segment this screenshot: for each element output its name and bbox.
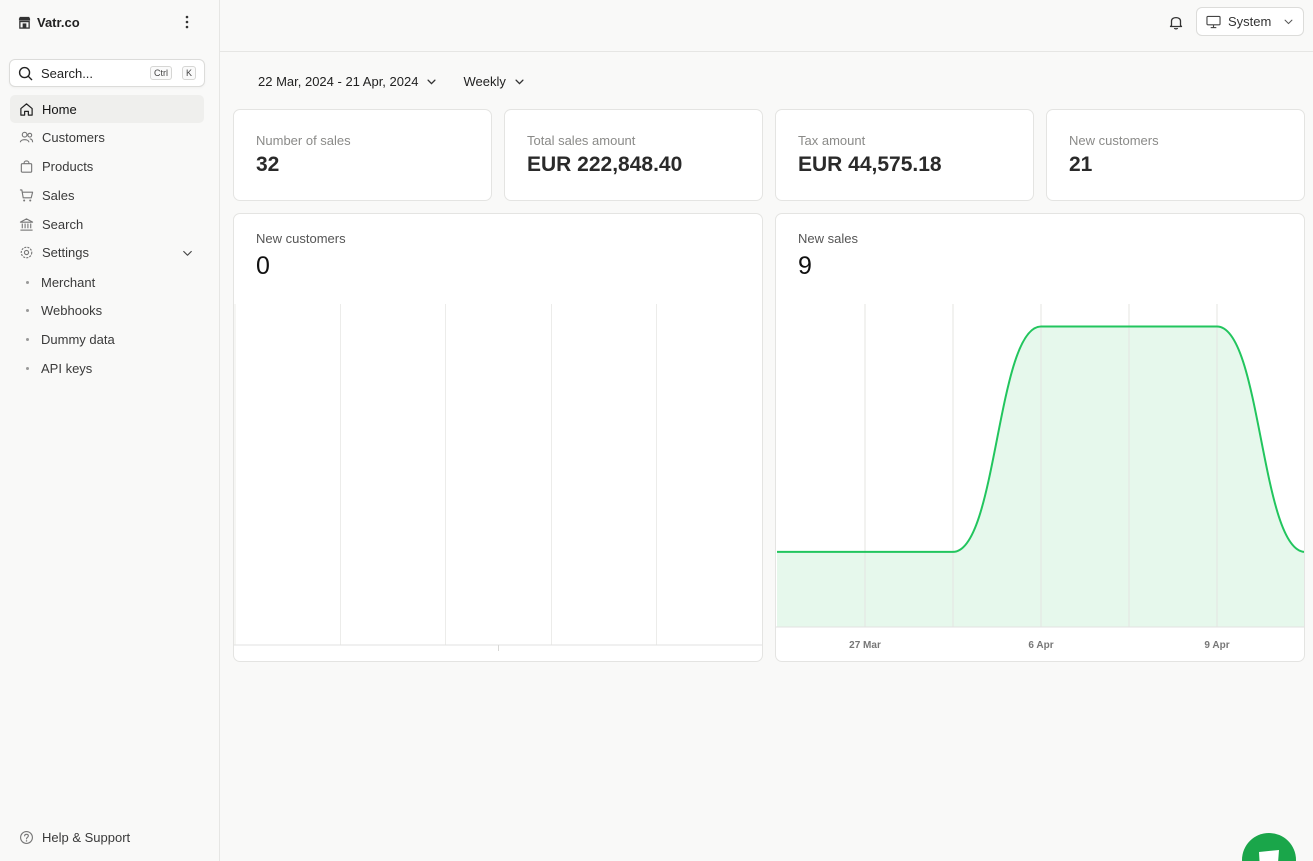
- bullet-icon: [26, 367, 29, 371]
- stat-value: 32: [256, 153, 280, 176]
- stat-value: EUR 222,848.40: [527, 153, 683, 176]
- help-support-link[interactable]: Help & Support: [19, 830, 130, 845]
- sidebar-item-sales[interactable]: Sales: [10, 181, 204, 209]
- store-icon: [18, 16, 31, 29]
- bullet-icon: [26, 280, 29, 284]
- stat-card-number-of-sales: Number of sales 32: [233, 109, 492, 201]
- chevron-down-icon: [183, 250, 192, 256]
- sidebar-item-webhooks[interactable]: Webhooks: [10, 297, 204, 326]
- gear-icon: [20, 247, 33, 259]
- brand-name: Vatr.co: [37, 14, 80, 30]
- stat-card-total-sales-amount: Total sales amount EUR 222,848.40: [504, 109, 763, 201]
- brand[interactable]: Vatr.co: [18, 14, 80, 30]
- sidebar-item-label: Home: [42, 101, 77, 117]
- kbd-ctrl: Ctrl: [149, 66, 172, 80]
- stat-card-tax-amount: Tax amount EUR 44,575.18: [775, 109, 1034, 201]
- stat-value: 21: [1069, 153, 1093, 176]
- new-customers-chart: [234, 304, 762, 651]
- theme-select[interactable]: System: [1196, 7, 1304, 36]
- stat-label: Tax amount: [798, 133, 866, 148]
- sidebar-item-label: Settings: [42, 245, 89, 261]
- x-tick-label: 27 Mar: [849, 640, 881, 651]
- sidebar-item-products[interactable]: Products: [10, 153, 204, 181]
- sidebar-item-customers[interactable]: Customers: [10, 124, 204, 152]
- chart-card-new-sales: New sales 9 27 Mar 6 Apr 9 Apr: [775, 213, 1305, 662]
- sidebar-item-label: Webhooks: [41, 303, 103, 319]
- sidebar-item-api-keys[interactable]: API keys: [10, 354, 204, 383]
- sidebar-item-label: Sales: [42, 187, 75, 203]
- help-icon: [20, 831, 33, 844]
- search-label: Search...: [41, 65, 94, 81]
- sidebar-item-label: Dummy data: [41, 332, 115, 348]
- sidebar-item-label: Products: [42, 159, 94, 175]
- kbd-k: K: [181, 66, 196, 80]
- monitor-icon: [1206, 15, 1221, 28]
- new-sales-chart: 27 Mar 6 Apr 9 Apr: [776, 304, 1304, 651]
- sidebar-nav: Home Customers Products Sales Search Set…: [10, 95, 204, 383]
- settings-submenu: Merchant Webhooks Dummy data API keys: [10, 268, 204, 383]
- topbar: System: [220, 0, 1313, 52]
- sidebar-item-label: Search: [42, 216, 84, 232]
- stat-label: Total sales amount: [527, 133, 636, 148]
- stat-label: Number of sales: [256, 133, 351, 148]
- chart-card-new-customers: New customers 0: [233, 213, 763, 662]
- date-range-value: 22 Mar, 2024 - 21 Apr, 2024: [258, 74, 419, 89]
- sidebar-item-search[interactable]: Search: [10, 210, 204, 238]
- sidebar-item-label: Customers: [42, 130, 105, 146]
- chat-widget-button[interactable]: [1242, 833, 1296, 861]
- more-menu-icon[interactable]: [180, 12, 194, 32]
- chevron-down-icon: [515, 79, 524, 85]
- stat-card-new-customers: New customers 21: [1046, 109, 1305, 201]
- interval-select[interactable]: Weekly: [463, 74, 524, 89]
- cart-icon: [19, 189, 34, 202]
- filters-bar: 22 Mar, 2024 - 21 Apr, 2024 Weekly: [258, 74, 525, 89]
- chevron-down-icon: [1284, 19, 1293, 25]
- help-label: Help & Support: [42, 830, 131, 845]
- sidebar-item-home[interactable]: Home: [10, 95, 204, 123]
- x-tick-label: 6 Apr: [1028, 640, 1053, 651]
- chevron-down-icon: [427, 79, 437, 85]
- interval-value: Weekly: [463, 74, 506, 89]
- home-icon: [20, 102, 33, 116]
- sidebar-item-label: API keys: [41, 361, 93, 377]
- bullet-icon: [26, 309, 29, 313]
- theme-value: System: [1228, 14, 1272, 29]
- bank-icon: [19, 218, 34, 231]
- search-icon: [18, 66, 33, 80]
- search-button[interactable]: Search... Ctrl K: [9, 59, 205, 87]
- bullet-icon: [26, 338, 29, 342]
- stat-label: New customers: [1069, 133, 1159, 148]
- sidebar-item-dummy-data[interactable]: Dummy data: [10, 325, 204, 354]
- x-tick-label: 9 Apr: [1204, 640, 1229, 651]
- sidebar-item-label: Merchant: [41, 274, 96, 290]
- sidebar-item-merchant[interactable]: Merchant: [10, 268, 204, 297]
- chat-icon: [1259, 850, 1279, 861]
- users-icon: [19, 132, 34, 143]
- date-range-picker[interactable]: 22 Mar, 2024 - 21 Apr, 2024: [258, 74, 437, 89]
- stat-value: EUR 44,575.18: [798, 153, 942, 176]
- bag-icon: [20, 160, 33, 173]
- sidebar: Vatr.co Search... Ctrl K Home Customers …: [0, 0, 220, 861]
- sidebar-item-settings[interactable]: Settings: [10, 239, 204, 267]
- bell-icon[interactable]: [1167, 13, 1185, 31]
